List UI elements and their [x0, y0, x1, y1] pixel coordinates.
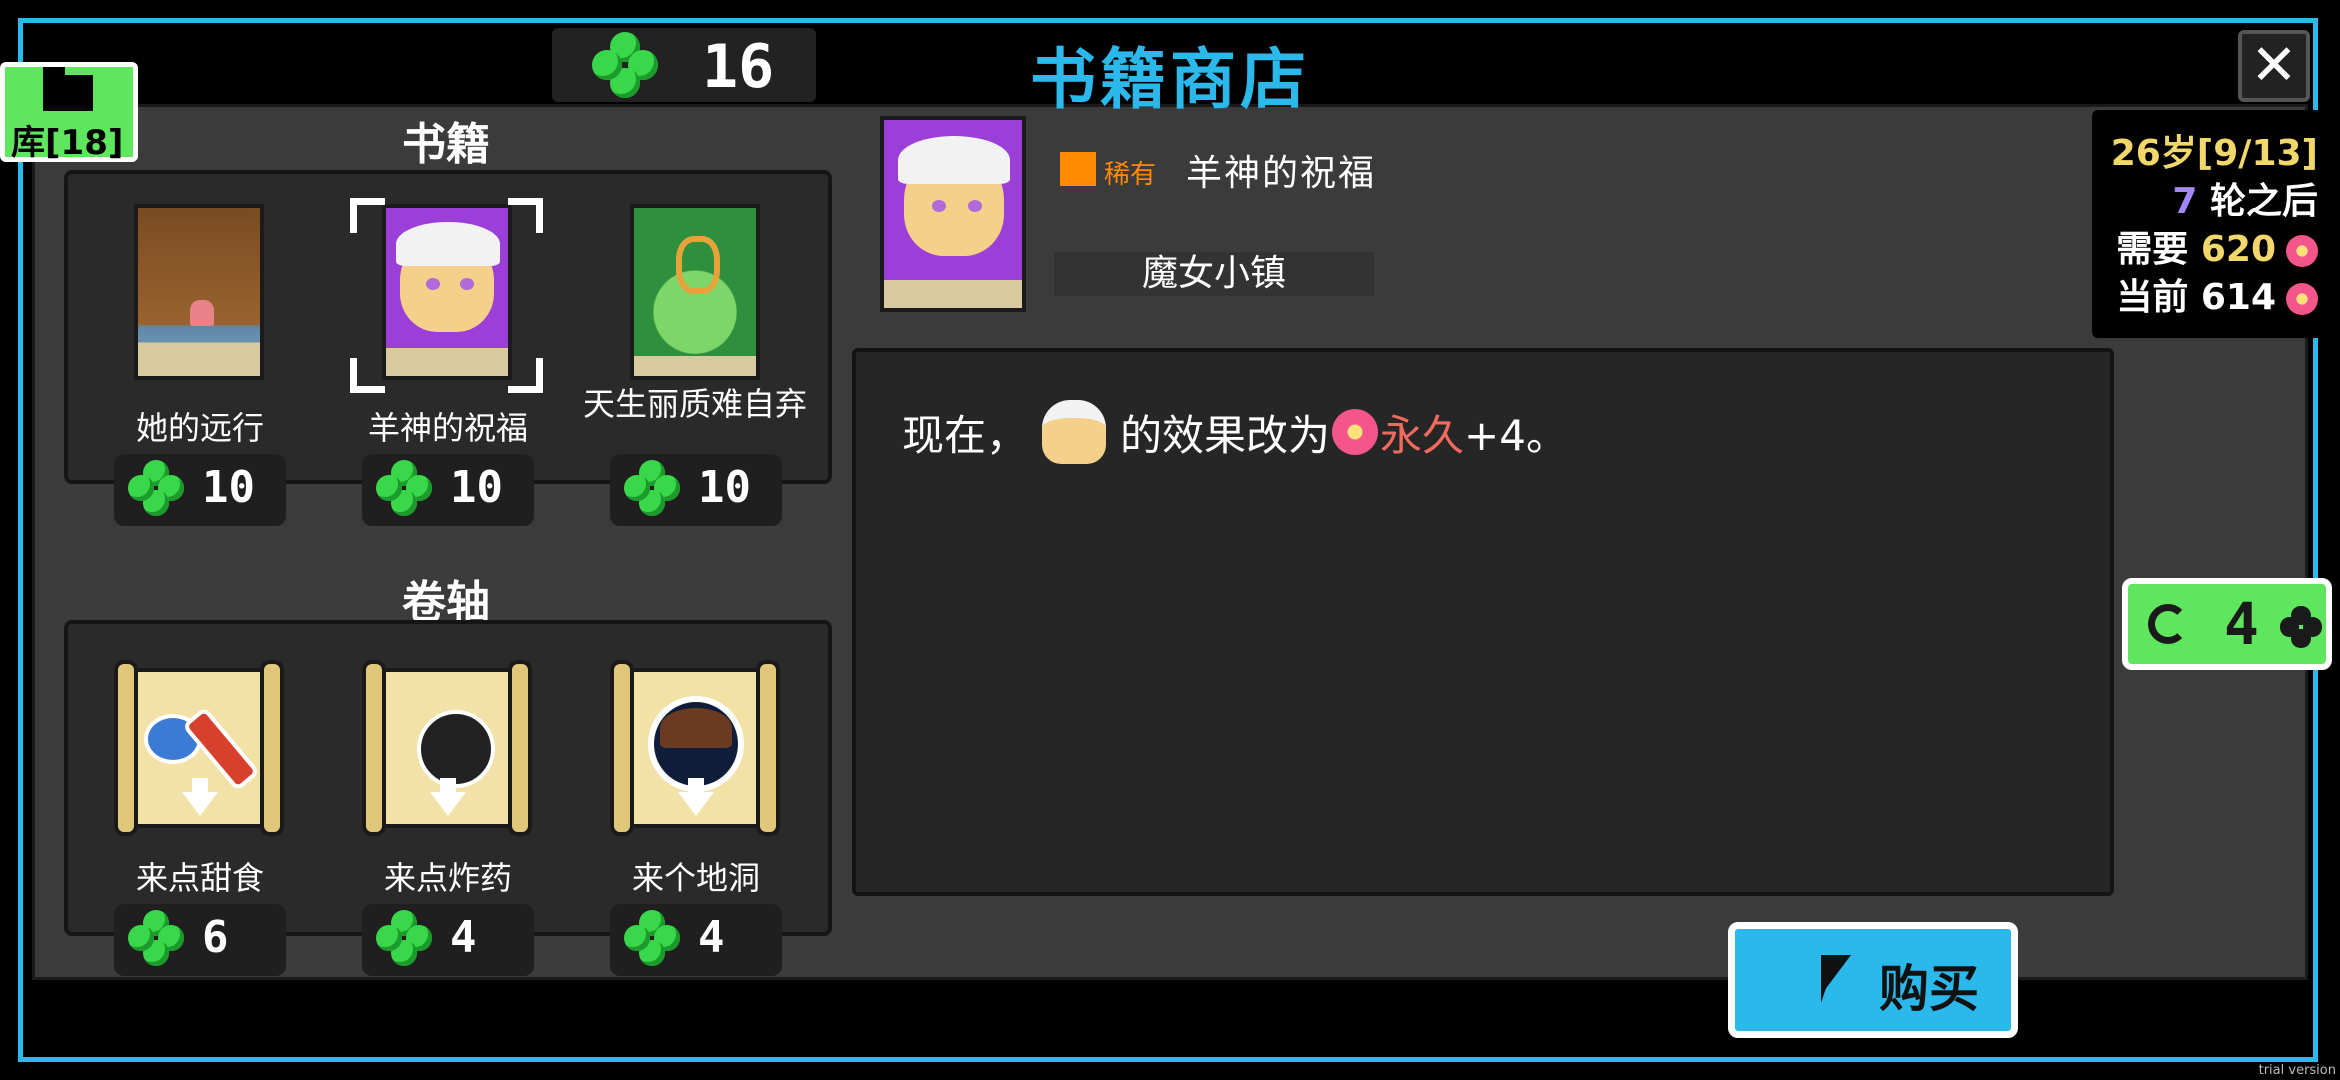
scroll-price: 4	[450, 912, 477, 963]
stats-panel: 26岁[9/13] 7 轮之后 需要 620 当前 614	[2092, 110, 2332, 338]
clover-icon	[2280, 606, 2322, 648]
selection-bracket	[508, 198, 543, 233]
clover-icon	[624, 460, 680, 516]
trial-watermark: trial version	[2258, 1063, 2336, 1078]
clover-icon	[128, 910, 184, 966]
close-icon: ✕	[2250, 33, 2298, 98]
buy-label: 购买	[1879, 960, 1979, 1018]
need-value: 620	[2200, 229, 2276, 270]
refresh-button[interactable]: 4	[2122, 578, 2332, 670]
flower-icon	[2286, 283, 2318, 315]
clover-icon	[592, 32, 658, 98]
book-card-goat-blessing[interactable]	[382, 204, 512, 380]
bomb-icon	[417, 710, 495, 788]
refresh-cost: 4	[2224, 590, 2259, 658]
currency-value: 16	[702, 32, 775, 102]
book-set-label: 魔女小镇	[1054, 252, 1374, 296]
desc-suffix: +4。	[1464, 410, 1568, 460]
selected-book-name: 羊神的祝福	[1186, 153, 1377, 194]
description-box: 现在， 的效果改为 永久 +4。	[852, 348, 2114, 896]
need-label: 需要	[2116, 229, 2201, 270]
refresh-icon	[2148, 604, 2188, 644]
buy-button[interactable]: 购买	[1728, 922, 2018, 1038]
book-price-tag[interactable]: 10	[362, 454, 534, 526]
book-price: 10	[450, 462, 503, 513]
character-icon	[1042, 400, 1107, 464]
age-line: 26岁[9/13]	[2111, 124, 2318, 176]
need-line: 需要 620	[2116, 220, 2318, 272]
page-title: 书籍商店	[1030, 41, 1310, 118]
library-label: 库[18]	[11, 123, 124, 163]
scroll-price: 4	[698, 912, 725, 963]
scroll-price-tag[interactable]: 4	[610, 904, 782, 976]
down-arrow-icon	[678, 792, 714, 816]
current-line: 当前 614	[2116, 268, 2318, 320]
selection-bracket	[350, 358, 385, 393]
scroll-price-tag[interactable]: 4	[362, 904, 534, 976]
flower-icon	[1332, 409, 1379, 455]
scroll-sweets[interactable]	[114, 660, 284, 836]
clover-icon	[128, 460, 184, 516]
clover-icon	[376, 910, 432, 966]
book-card-her-journey[interactable]	[134, 204, 264, 380]
down-arrow-icon	[182, 792, 218, 816]
clover-icon	[376, 460, 432, 516]
book-name: 天生丽质难自弃	[582, 385, 807, 423]
description-text: 现在， 的效果改为 永久 +4。	[902, 400, 1568, 464]
book-card-natural-beauty[interactable]	[630, 204, 760, 380]
age-number: 26	[2110, 133, 2161, 174]
scroll-price: 6	[202, 912, 229, 963]
scroll-hole[interactable]	[610, 660, 780, 836]
rounds-line: 7 轮之后	[2172, 172, 2318, 224]
selection-bracket	[350, 198, 385, 233]
book-name: 她的远行	[135, 409, 264, 447]
book-price-tag[interactable]: 10	[610, 454, 782, 526]
books-section-title: 书籍	[402, 119, 490, 170]
scroll-name: 来个地洞	[631, 859, 760, 897]
desc-middle: 的效果改为	[1120, 410, 1331, 460]
cursor-icon	[1821, 955, 1851, 1003]
desc-keyword: 永久	[1380, 410, 1465, 460]
library-button[interactable]: 库[18]	[0, 62, 138, 163]
scroll-explosives[interactable]	[362, 660, 532, 836]
book-price: 10	[698, 462, 751, 513]
rounds-number: 7	[2172, 181, 2198, 222]
book-name: 羊神的祝福	[367, 409, 528, 447]
current-label: 当前 614	[2116, 277, 2276, 318]
close-button[interactable]: ✕	[2238, 30, 2310, 102]
down-arrow-icon	[430, 792, 466, 816]
scroll-name: 来点炸药	[383, 859, 512, 897]
age-text: 岁[9/13]	[2160, 133, 2318, 174]
flower-icon	[2286, 235, 2318, 267]
scroll-price-tag[interactable]: 6	[114, 904, 286, 976]
book-price: 10	[202, 462, 255, 513]
clover-icon	[624, 910, 680, 966]
selected-book-card	[880, 116, 1026, 312]
rounds-text: 轮之后	[2197, 181, 2318, 222]
rarity-label: 稀有	[1104, 160, 1157, 190]
rarity-chip	[1060, 152, 1096, 186]
desc-prefix: 现在，	[902, 410, 1029, 460]
currency-display: 16	[552, 28, 816, 102]
book-price-tag[interactable]: 10	[114, 454, 286, 526]
folder-icon	[43, 67, 93, 111]
selection-bracket	[508, 358, 543, 393]
scroll-name: 来点甜食	[135, 859, 264, 897]
